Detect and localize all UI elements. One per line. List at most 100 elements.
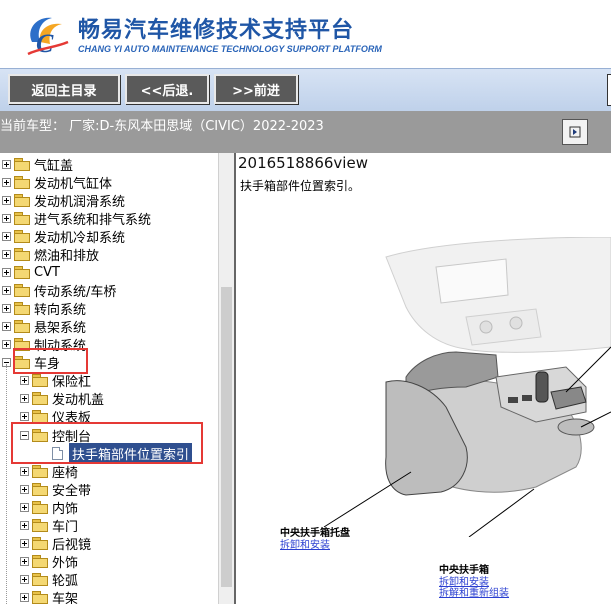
expand-icon[interactable] bbox=[20, 393, 29, 403]
expand-icon[interactable] bbox=[20, 375, 29, 385]
app-header: C 畅易汽车维修技术支持平台 CHANG YI AUTO MAINTENANCE… bbox=[0, 0, 611, 68]
highlight-box-selection bbox=[11, 422, 203, 464]
current-vehicle-text: 当前车型： 厂家:D-东风本田思域（CIVIC）2022-2023 bbox=[0, 119, 324, 134]
back-button[interactable]: <<后退. bbox=[125, 74, 209, 104]
tree-node-label: 传动系统/车桥 bbox=[34, 284, 117, 300]
tree-node-label: 气缸盖 bbox=[34, 158, 74, 174]
folder-icon bbox=[32, 555, 48, 568]
callout-tray-link[interactable]: 拆卸和安装 bbox=[280, 536, 330, 551]
tree-node[interactable]: 悬架系统 bbox=[2, 317, 87, 336]
expand-icon[interactable] bbox=[20, 538, 29, 548]
document-title: 2016518866view bbox=[238, 154, 368, 172]
expand-icon[interactable] bbox=[2, 159, 11, 169]
folder-icon bbox=[32, 465, 48, 478]
tree-node[interactable]: 外饰 bbox=[20, 552, 79, 571]
tree-node[interactable]: 轮弧 bbox=[20, 570, 79, 589]
folder-icon bbox=[14, 158, 30, 171]
expand-icon[interactable] bbox=[2, 177, 11, 187]
tree-node[interactable]: 车门 bbox=[20, 516, 79, 535]
folder-icon bbox=[32, 392, 48, 405]
tree-node[interactable]: 传动系统/车桥 bbox=[2, 281, 117, 300]
folder-icon bbox=[32, 483, 48, 496]
folder-icon bbox=[14, 212, 30, 225]
tree-node[interactable]: 发动机气缸体 bbox=[2, 173, 113, 192]
app-title: 畅易汽车维修技术支持平台 bbox=[78, 18, 355, 43]
tree-node[interactable]: CVT bbox=[2, 263, 60, 281]
expand-icon[interactable] bbox=[2, 231, 11, 241]
callout-armrest-link-reassemble[interactable]: 拆解和重新组装 bbox=[439, 584, 509, 599]
expand-icon[interactable] bbox=[20, 411, 29, 421]
expand-icon[interactable] bbox=[20, 466, 29, 476]
tree-node[interactable]: 座椅 bbox=[20, 462, 79, 481]
document-subtitle: 扶手箱部件位置索引。 bbox=[240, 179, 361, 193]
tree-node[interactable]: 安全带 bbox=[20, 480, 92, 499]
tree-node[interactable]: 后视镜 bbox=[20, 534, 92, 553]
tree-node-label: 安全带 bbox=[52, 483, 92, 499]
tree-node[interactable]: 进气系统和排气系统 bbox=[2, 209, 152, 228]
folder-icon bbox=[14, 320, 30, 333]
tree-node-label: 座椅 bbox=[52, 465, 79, 481]
navigation-tree: 气缸盖 发动机气缸体 发动机润滑系统 进气系统和排气系统 发动机冷却系统 燃油和… bbox=[0, 153, 218, 604]
folder-icon bbox=[14, 194, 30, 207]
expand-icon[interactable] bbox=[2, 195, 11, 205]
expand-icon[interactable] bbox=[20, 556, 29, 566]
tree-node-label: 后视镜 bbox=[52, 537, 92, 553]
folder-icon bbox=[32, 374, 48, 387]
expand-icon[interactable] bbox=[2, 249, 11, 259]
tree-node-label: 车门 bbox=[52, 519, 79, 535]
tree-connector bbox=[6, 364, 8, 604]
expand-icon[interactable] bbox=[20, 484, 29, 494]
tree-node-label: CVT bbox=[34, 264, 60, 280]
expand-icon[interactable] bbox=[2, 321, 11, 331]
tree-node-label: 外饰 bbox=[52, 555, 79, 571]
folder-icon bbox=[32, 501, 48, 514]
folder-icon bbox=[32, 591, 48, 604]
tree-node-label: 悬架系统 bbox=[34, 320, 87, 336]
tree-node-label: 进气系统和排气系统 bbox=[34, 212, 152, 228]
expand-icon[interactable] bbox=[20, 502, 29, 512]
home-button[interactable]: 返回主目录 bbox=[8, 74, 120, 104]
armrest-console-illustration bbox=[323, 237, 611, 537]
tree-node[interactable]: 气缸盖 bbox=[2, 155, 74, 174]
expand-icon[interactable] bbox=[2, 303, 11, 313]
tree-node[interactable]: 转向系统 bbox=[2, 299, 87, 318]
tree-node[interactable]: 发动机冷却系统 bbox=[2, 227, 125, 246]
folder-icon bbox=[14, 284, 30, 297]
tree-scrollbar[interactable] bbox=[218, 153, 235, 604]
vehicle-bar: 当前车型： 厂家:D-东风本田思域（CIVIC）2022-2023 bbox=[0, 111, 611, 153]
expand-icon[interactable] bbox=[20, 520, 29, 530]
tree-node[interactable]: 燃油和排放 bbox=[2, 245, 99, 264]
svg-text:C: C bbox=[36, 29, 54, 58]
expand-icon[interactable] bbox=[2, 213, 11, 223]
tree-node[interactable]: 内饰 bbox=[20, 498, 78, 517]
folder-icon bbox=[32, 573, 48, 586]
expand-icon[interactable] bbox=[2, 267, 11, 277]
expand-icon[interactable] bbox=[20, 574, 29, 584]
toggle-panel-button[interactable] bbox=[562, 119, 588, 145]
document-viewer: 2016518866view 扶手箱部件位置索引。 中央扶手箱托盘 拆卸和安装 … bbox=[236, 153, 611, 604]
folder-icon bbox=[32, 537, 48, 550]
panel-toggle-icon bbox=[569, 126, 581, 138]
tree-node[interactable]: 发动机盖 bbox=[20, 389, 105, 408]
folder-icon bbox=[32, 410, 48, 423]
folder-icon bbox=[14, 302, 30, 315]
forward-button[interactable]: >>前进 bbox=[214, 74, 298, 104]
tree-node[interactable]: 发动机润滑系统 bbox=[2, 191, 126, 210]
expand-icon[interactable] bbox=[2, 285, 11, 295]
tree-node[interactable]: 车架 bbox=[20, 588, 78, 604]
app-subtitle: CHANG YI AUTO MAINTENANCE TECHNOLOGY SUP… bbox=[78, 44, 382, 54]
tree-node-label: 车架 bbox=[52, 591, 79, 604]
nav-toolbar: 返回主目录 <<后退. >>前进 bbox=[0, 68, 611, 112]
tree-node-label: 发动机气缸体 bbox=[34, 176, 113, 192]
tree-node-label: 轮弧 bbox=[52, 573, 79, 589]
tree-node-label: 发动机润滑系统 bbox=[34, 194, 126, 210]
folder-icon bbox=[14, 266, 30, 279]
expand-icon[interactable] bbox=[2, 339, 11, 349]
highlight-box-body bbox=[13, 348, 88, 374]
tree-node-label: 发动机盖 bbox=[52, 392, 105, 408]
toolbar-edge bbox=[607, 74, 611, 106]
tree-node-label: 转向系统 bbox=[34, 302, 87, 318]
expand-icon[interactable] bbox=[20, 592, 29, 602]
tree-scrollbar-thumb[interactable] bbox=[221, 287, 232, 587]
folder-icon bbox=[32, 519, 48, 532]
